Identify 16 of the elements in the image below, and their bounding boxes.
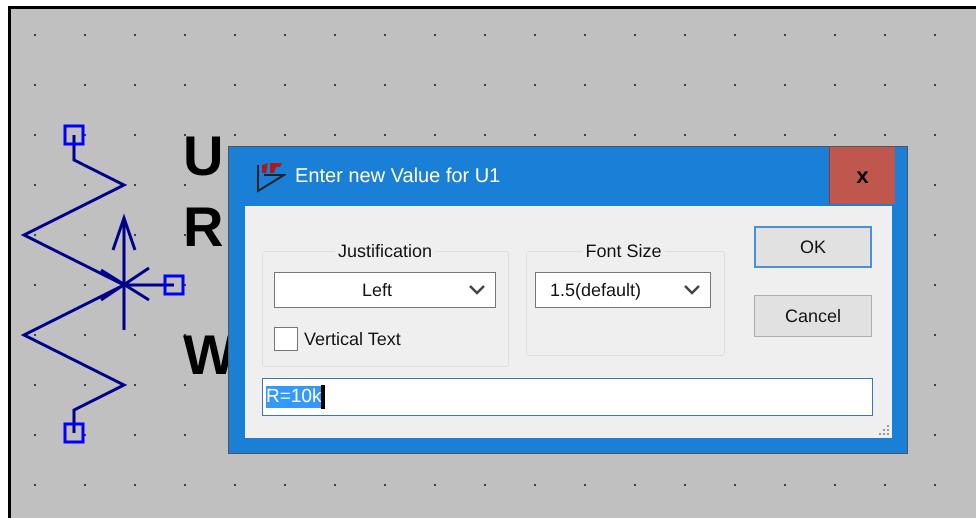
dialog-title: Enter new Value for U1 — [295, 165, 502, 188]
resize-grip-icon[interactable] — [878, 424, 890, 436]
app-logo-icon — [256, 160, 286, 192]
dialog-button[interactable]: OK — [754, 226, 872, 268]
group-label: Justification — [336, 241, 434, 262]
dialog-button[interactable]: Cancel — [754, 295, 872, 337]
checkbox[interactable] — [274, 327, 298, 351]
chevron-icon — [684, 285, 700, 295]
chevron-icon — [469, 285, 485, 295]
checkbox-label: Vertical Text — [304, 328, 401, 350]
close-button[interactable]: x — [829, 147, 895, 204]
justification-dropdown[interactable]: Left — [274, 272, 496, 308]
group-label: Font Size — [584, 241, 663, 262]
font-size-dropdown[interactable]: 1.5(default) — [535, 272, 711, 308]
component-label: R — [183, 199, 224, 255]
component-label: U — [183, 128, 224, 184]
